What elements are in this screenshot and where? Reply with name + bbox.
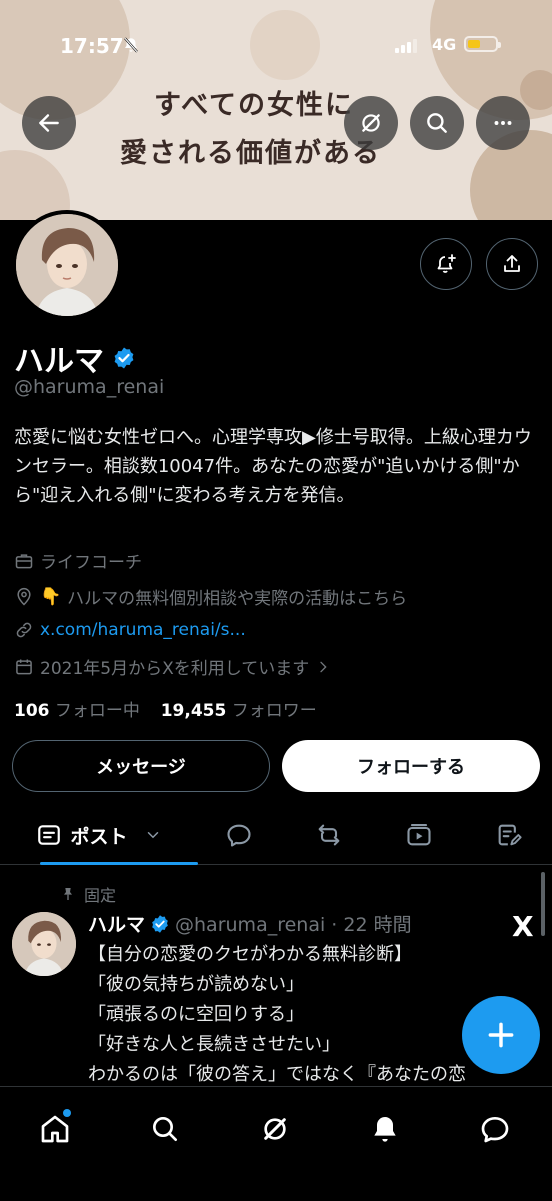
calendar-icon	[16, 659, 32, 674]
profile-link-text[interactable]: x.com/haruma_renai/s...	[40, 620, 246, 640]
profile-name: ハルマ	[14, 344, 104, 379]
home-icon	[41, 1115, 69, 1143]
bell-plus-icon	[437, 254, 456, 273]
post-line: 【自分の恋愛のクセがわかる無料診断】	[88, 944, 412, 965]
link-icon	[16, 622, 32, 638]
grok-button[interactable]	[344, 96, 398, 150]
search-icon	[427, 113, 447, 133]
active-tab-indicator	[40, 862, 198, 865]
profile-handle: @haruma_renai	[14, 376, 165, 398]
following-label[interactable]: フォロー中	[55, 701, 140, 721]
tab-articles[interactable]	[480, 806, 538, 864]
share-button[interactable]	[486, 238, 538, 290]
status-bar: 17:57 4G	[0, 0, 552, 60]
more-button[interactable]	[476, 96, 530, 150]
post-line: 「彼の気持ちが読めない」	[88, 974, 304, 995]
share-icon	[504, 255, 520, 272]
video-icon	[407, 824, 431, 846]
tab-posts-label: ポスト	[70, 825, 128, 848]
following-count[interactable]: 106	[14, 701, 50, 721]
profile-tabs: ポスト	[0, 806, 552, 865]
follow-button[interactable]: フォローする	[282, 740, 540, 792]
briefcase-icon	[15, 553, 33, 568]
repost-icon	[318, 824, 340, 846]
followers-count[interactable]: 19,455	[161, 701, 227, 721]
status-time: 17:57	[60, 34, 124, 58]
profile-name-row: ハルマ	[14, 336, 136, 380]
followers-label[interactable]: フォロワー	[232, 701, 317, 721]
grok-icon	[264, 1118, 286, 1140]
post-header: ハルマ @haruma_renai · 22 時間	[88, 910, 412, 937]
category-label: ライフコーチ	[40, 553, 142, 573]
x-logo-icon: X	[512, 910, 534, 943]
article-icon	[498, 824, 522, 846]
post-meta: @haruma_renai · 22 時間	[175, 914, 412, 936]
posts-icon	[38, 825, 61, 845]
profile-link[interactable]: x.com/haruma_renai/s...	[14, 620, 246, 640]
pinned-label: 固定	[60, 882, 116, 906]
more-icon	[494, 121, 512, 125]
message-button[interactable]: メッセージ	[12, 740, 270, 792]
bottom-nav	[0, 1086, 552, 1201]
avatar-image	[16, 214, 118, 316]
verified-badge-icon	[152, 914, 168, 933]
follow-stats: 106 フォロー中 19,455 フォロワー	[14, 696, 317, 721]
tab-posts[interactable]: ポスト	[20, 806, 198, 865]
chevron-down-icon[interactable]	[144, 826, 162, 844]
network-type: 4G	[432, 35, 457, 54]
grok-icon	[362, 114, 380, 132]
search-icon	[153, 1117, 177, 1141]
notify-button[interactable]	[420, 238, 472, 290]
profile-location: 👇 ハルマの無料個別相談や実際の活動はこちら	[14, 584, 407, 609]
location-pin-icon	[17, 587, 31, 606]
nav-grok[interactable]	[247, 1101, 303, 1157]
home-notification-dot	[63, 1109, 71, 1117]
nav-notifications[interactable]	[357, 1101, 413, 1157]
compose-button[interactable]	[462, 996, 540, 1074]
verified-badge-icon[interactable]	[112, 346, 136, 370]
scrollbar[interactable]	[541, 872, 545, 936]
pinned-text: 固定	[84, 886, 117, 905]
post-avatar[interactable]	[12, 912, 76, 976]
message-icon	[481, 1117, 509, 1143]
mute-bell-icon	[122, 36, 140, 58]
battery-icon	[464, 36, 501, 52]
plus-icon	[488, 1022, 514, 1048]
location-emoji: 👇	[40, 586, 62, 607]
joined-label: 2021年5月からXを利用しています	[40, 659, 310, 679]
signal-icon	[395, 37, 417, 53]
nav-home[interactable]	[27, 1101, 83, 1157]
back-arrow-icon	[39, 114, 59, 132]
post-author[interactable]: ハルマ	[88, 910, 145, 937]
chevron-right-icon	[320, 661, 327, 672]
profile-bio: 恋愛に悩む女性ゼロへ。心理学専攻▶修士号取得。上級心理カウンセラー。相談数100…	[14, 427, 532, 506]
tab-reposts[interactable]	[300, 806, 358, 864]
tab-videos[interactable]	[390, 806, 448, 864]
nav-search[interactable]	[137, 1101, 193, 1157]
back-button[interactable]	[22, 96, 76, 150]
profile-avatar[interactable]	[12, 210, 122, 320]
tab-replies[interactable]	[210, 806, 268, 864]
reply-icon	[227, 824, 251, 847]
profile-joined[interactable]: 2021年5月からXを利用しています	[14, 654, 331, 679]
search-button[interactable]	[410, 96, 464, 150]
location-label: ハルマの無料個別相談や実際の活動はこちら	[67, 589, 408, 609]
nav-messages[interactable]	[467, 1101, 523, 1157]
notification-bell-icon	[374, 1117, 396, 1142]
profile-category: ライフコーチ	[14, 548, 142, 573]
pin-icon	[64, 888, 72, 900]
